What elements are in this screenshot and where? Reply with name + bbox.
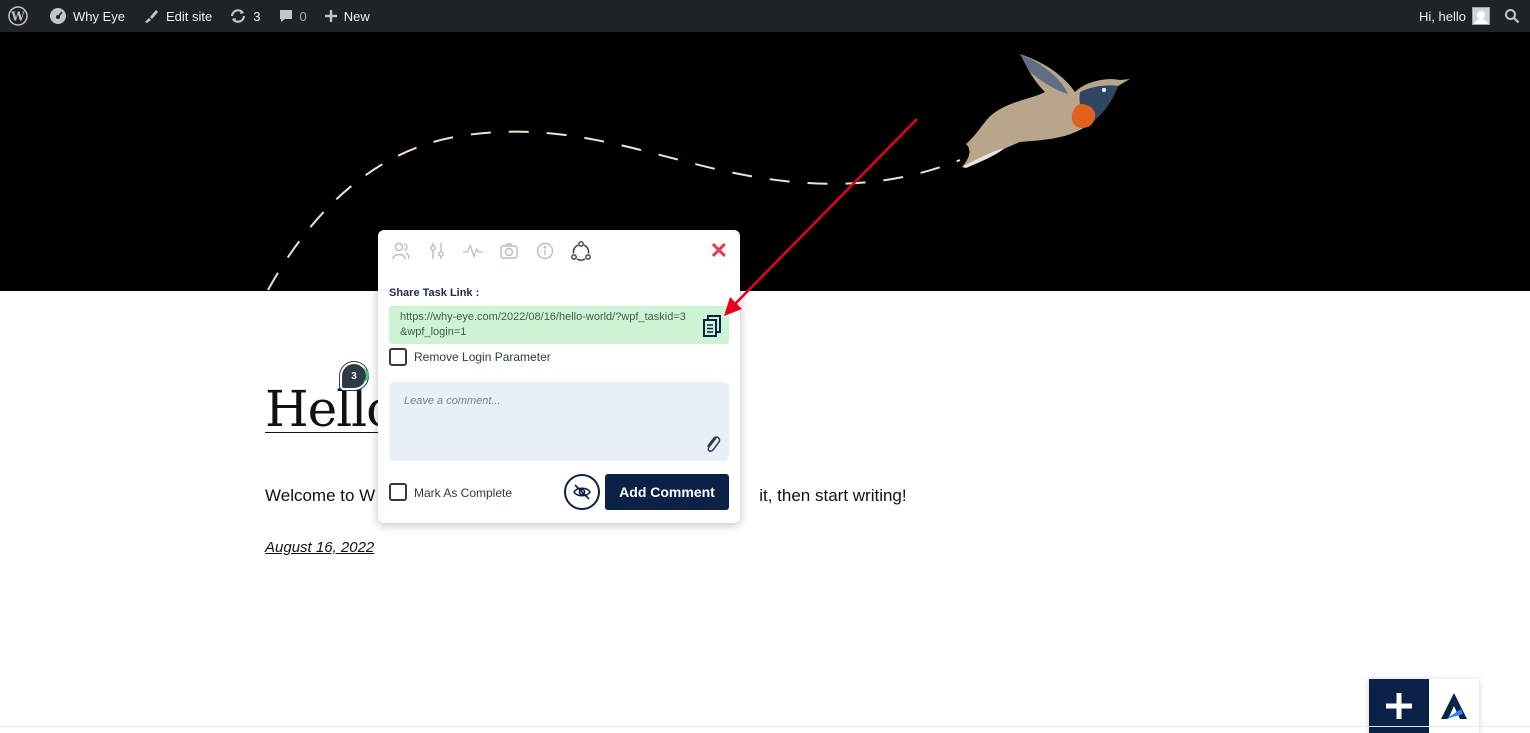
task-popup: ✕ Share Task Link : https://why-eye.com/… (378, 230, 740, 523)
camera-icon[interactable] (498, 240, 520, 262)
floating-widget (1369, 679, 1479, 733)
activity-icon[interactable] (462, 240, 484, 262)
search-icon (1505, 9, 1520, 24)
greeting: Hi, hello (1419, 8, 1466, 24)
search-button[interactable] (1497, 0, 1530, 32)
wordpress-logo-icon: W (8, 6, 28, 26)
edit-site-link[interactable]: Edit site (132, 0, 219, 32)
private-comment-toggle[interactable] (564, 474, 600, 510)
eye-slash-icon (573, 484, 591, 500)
dashboard-icon (50, 8, 66, 24)
share-icon[interactable] (570, 240, 592, 262)
remove-login-parameter-label: Remove Login Parameter (414, 350, 551, 364)
mark-as-complete-label: Mark As Complete (414, 486, 513, 500)
footer-divider (0, 726, 1530, 727)
my-account-link[interactable]: Hi, hello (1412, 0, 1497, 32)
post-title-link[interactable]: Hello (265, 380, 396, 438)
edit-site-label: Edit site (166, 8, 213, 24)
comment-placeholder: Leave a comment... (404, 395, 501, 407)
avatar (1472, 7, 1490, 25)
new-label: New (343, 8, 370, 24)
bird-flight-path-illustration (267, 54, 1130, 291)
new-content-link[interactable]: New (314, 0, 377, 32)
remove-login-parameter-checkbox[interactable] (389, 348, 407, 366)
users-icon[interactable] (390, 240, 412, 262)
comments-link[interactable]: 0 (268, 0, 314, 32)
comment-input[interactable]: Leave a comment... (389, 382, 729, 461)
atarim-logo-icon (1441, 693, 1467, 719)
header-image (0, 32, 1530, 291)
task-pin-number: 3 (351, 370, 357, 382)
share-task-link-field[interactable]: https://why-eye.com/2022/08/16/hello-wor… (389, 306, 729, 344)
site-name-link[interactable]: Why Eye (35, 0, 132, 32)
site-name: Why Eye (73, 8, 126, 24)
close-icon[interactable]: ✕ (710, 240, 728, 262)
mark-as-complete-checkbox[interactable] (389, 483, 407, 501)
updates-count: 3 (253, 8, 261, 24)
updates-link[interactable]: 3 (219, 0, 267, 32)
post-date-link[interactable]: August 16, 2022 (265, 539, 374, 556)
task-pin[interactable]: 3 (340, 362, 369, 390)
comments-count: 0 (299, 8, 307, 24)
bird-illustration (962, 54, 1130, 168)
settings-sliders-icon[interactable] (426, 240, 448, 262)
plugin-logo-button[interactable] (1429, 679, 1479, 733)
updates-icon (231, 9, 246, 23)
copy-link-icon[interactable] (703, 315, 721, 337)
share-task-link-label: Share Task Link : (389, 287, 480, 299)
wordpress-logo-button[interactable]: W (0, 0, 35, 32)
post-excerpt-end: it, then start writing! (759, 486, 907, 505)
post-excerpt-start: Welcome to W (265, 486, 376, 505)
admin-bar: W Why Eye Edit site 3 0 New Hi, hello (0, 0, 1530, 32)
brush-icon (145, 10, 159, 23)
add-comment-button[interactable]: Add Comment (605, 474, 729, 510)
add-task-button[interactable] (1369, 679, 1429, 733)
comment-bubble-icon (279, 10, 292, 22)
plus-icon (1386, 693, 1412, 719)
info-icon[interactable] (534, 240, 556, 262)
plus-icon (324, 10, 337, 22)
paperclip-icon[interactable] (705, 433, 721, 455)
share-task-url: https://why-eye.com/2022/08/16/hello-wor… (400, 311, 686, 338)
admin-bar-right: Hi, hello (1412, 0, 1530, 32)
svg-text:W: W (10, 10, 25, 24)
popup-tabs (390, 240, 592, 262)
